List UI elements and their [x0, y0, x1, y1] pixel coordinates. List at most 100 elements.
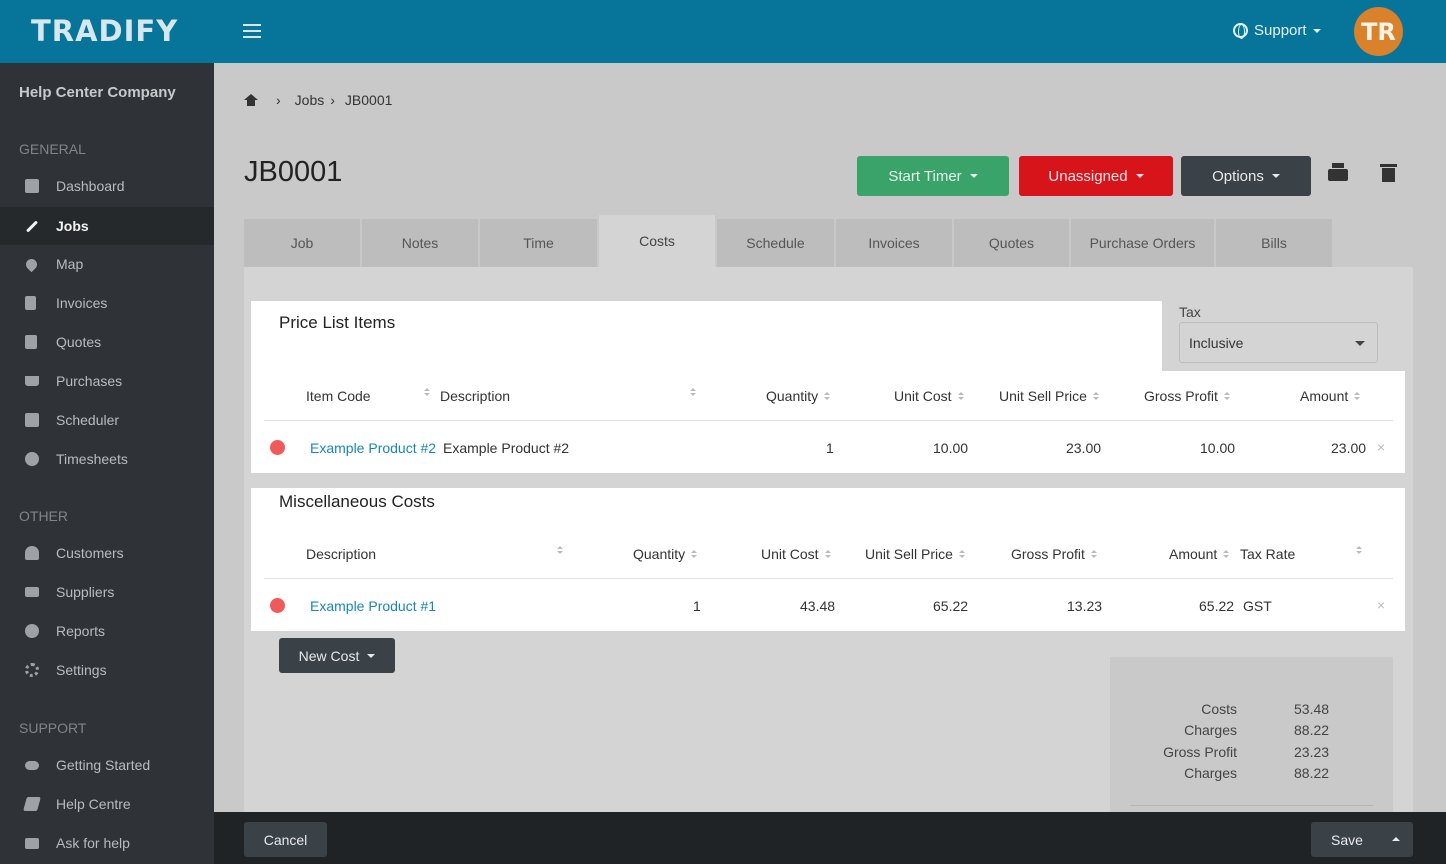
- misc-tax-rate: GST: [1243, 598, 1272, 614]
- sidebar-item-purchases[interactable]: Purchases: [0, 362, 214, 400]
- home-icon[interactable]: [244, 94, 258, 106]
- summary-costs-label: Costs: [1201, 701, 1237, 717]
- col-description[interactable]: Description: [440, 388, 510, 404]
- page-title: JB0001: [244, 156, 343, 188]
- col-amount[interactable]: Amount: [1300, 388, 1361, 404]
- tab-notes[interactable]: Notes: [362, 219, 478, 267]
- wrench-icon: [25, 219, 39, 233]
- tax-label: Tax: [1179, 304, 1201, 320]
- sort-icon[interactable]: [690, 388, 696, 396]
- top-bar: TRADIFY Support TR: [0, 0, 1446, 63]
- col-misc-unit-cost[interactable]: Unit Cost: [761, 546, 831, 562]
- user-avatar[interactable]: TR: [1354, 7, 1403, 56]
- tab-purchase-orders[interactable]: Purchase Orders: [1071, 219, 1214, 267]
- tab-quotes[interactable]: Quotes: [954, 219, 1069, 267]
- pie-chart-icon: [25, 624, 39, 638]
- tax-select[interactable]: Inclusive: [1179, 322, 1378, 363]
- col-misc-description[interactable]: Description: [306, 546, 376, 562]
- start-timer-button[interactable]: Start Timer: [857, 156, 1009, 196]
- save-button[interactable]: Save: [1311, 822, 1413, 857]
- sidebar-item-help-centre[interactable]: Help Centre: [0, 785, 214, 823]
- tab-schedule[interactable]: Schedule: [717, 219, 834, 267]
- col-gross-profit[interactable]: Gross Profit: [1144, 388, 1230, 404]
- tab-time[interactable]: Time: [480, 219, 597, 267]
- cancel-button[interactable]: Cancel: [244, 822, 327, 857]
- print-icon[interactable]: [1328, 163, 1348, 181]
- item-amount: 23.00: [1331, 440, 1367, 456]
- tradify-logo[interactable]: TRADIFY: [31, 14, 178, 48]
- col-unit-cost[interactable]: Unit Cost: [894, 388, 964, 404]
- hand-point-icon: [25, 760, 39, 770]
- options-button[interactable]: Options: [1181, 156, 1311, 196]
- tab-bills[interactable]: Bills: [1216, 219, 1332, 267]
- col-misc-unit-sell-price[interactable]: Unit Sell Price: [865, 546, 965, 562]
- assignee-button[interactable]: Unassigned: [1019, 156, 1173, 196]
- price-list-title: Price List Items: [279, 313, 396, 332]
- misc-quantity: 1: [693, 598, 701, 614]
- status-dot-icon: [270, 440, 285, 455]
- support-menu[interactable]: Support: [1233, 22, 1321, 39]
- sidebar-item-suppliers[interactable]: Suppliers: [0, 573, 214, 611]
- summary-divider: [1130, 805, 1373, 806]
- status-dot-icon: [270, 598, 285, 613]
- summary-costs-value: 53.48: [1294, 701, 1330, 717]
- invoice-icon: [25, 296, 36, 310]
- item-code-link[interactable]: Example Product #2: [310, 440, 436, 456]
- hamburger-menu-icon[interactable]: [243, 24, 261, 38]
- remove-cost-icon[interactable]: ×: [1377, 597, 1385, 613]
- caret-down-icon: [969, 174, 978, 178]
- tab-costs[interactable]: Costs: [599, 215, 715, 267]
- col-quantity[interactable]: Quantity: [766, 388, 831, 404]
- dashboard-icon: [25, 179, 39, 193]
- misc-unit-sell-price: 65.22: [933, 598, 969, 614]
- sidebar-item-getting-started[interactable]: Getting Started: [0, 746, 214, 784]
- new-cost-button[interactable]: New Cost: [279, 638, 395, 673]
- sort-icon[interactable]: [424, 388, 430, 396]
- clock-icon: [25, 452, 39, 466]
- sort-icon: [957, 392, 964, 400]
- caret-down-icon: [1271, 174, 1280, 178]
- breadcrumb-separator-icon: ›: [276, 92, 281, 108]
- sidebar-item-ask-for-help[interactable]: Ask for help: [0, 824, 214, 862]
- sidebar-item-jobs[interactable]: Jobs: [0, 207, 214, 245]
- col-misc-tax-rate[interactable]: Tax Rate: [1240, 546, 1295, 562]
- tab-job[interactable]: Job: [244, 219, 360, 267]
- breadcrumb: › Jobs › JB0001: [244, 92, 392, 108]
- sidebar-item-invoices[interactable]: Invoices: [0, 284, 214, 322]
- col-item-code[interactable]: Item Code: [306, 388, 371, 404]
- sidebar-item-quotes[interactable]: Quotes: [0, 323, 214, 361]
- col-misc-amount[interactable]: Amount: [1169, 546, 1230, 562]
- misc-description-link[interactable]: Example Product #1: [310, 598, 436, 614]
- sort-icon[interactable]: [1356, 546, 1362, 554]
- sidebar-item-dashboard[interactable]: Dashboard: [0, 167, 214, 205]
- sidebar-item-reports[interactable]: Reports: [0, 612, 214, 650]
- section-general: GENERAL: [19, 141, 86, 157]
- trash-icon[interactable]: [1380, 162, 1397, 182]
- tab-invoices[interactable]: Invoices: [836, 219, 952, 267]
- remove-item-icon[interactable]: ×: [1377, 439, 1385, 455]
- sort-icon: [958, 550, 965, 558]
- sidebar-item-settings[interactable]: Settings: [0, 651, 214, 689]
- item-description: Example Product #2: [443, 440, 570, 456]
- price-list-panel: [251, 371, 1405, 473]
- sidebar-item-timesheets[interactable]: Timesheets: [0, 440, 214, 478]
- caret-up-icon[interactable]: [1392, 837, 1400, 841]
- sidebar-item-customers[interactable]: Customers: [0, 534, 214, 572]
- col-misc-gross-profit[interactable]: Gross Profit: [1011, 546, 1097, 562]
- support-label: Support: [1254, 22, 1307, 39]
- sidebar-item-map[interactable]: Map: [0, 245, 214, 283]
- caret-down-icon: [367, 653, 376, 658]
- sort-icon[interactable]: [557, 546, 563, 554]
- misc-costs-title: Miscellaneous Costs: [279, 492, 435, 511]
- summary-charges-value: 88.22: [1294, 722, 1330, 738]
- breadcrumb-jobs[interactable]: Jobs: [295, 92, 325, 108]
- footer-bar: [214, 812, 1446, 864]
- col-unit-sell-price[interactable]: Unit Sell Price: [999, 388, 1099, 404]
- col-misc-quantity[interactable]: Quantity: [633, 546, 698, 562]
- section-other: OTHER: [19, 508, 68, 524]
- item-quantity: 1: [826, 440, 834, 456]
- sidebar-item-scheduler[interactable]: Scheduler: [0, 401, 214, 439]
- summary-charges-label: Charges: [1184, 765, 1237, 781]
- breadcrumb-separator-icon: ›: [330, 92, 335, 108]
- header-divider: [264, 420, 1393, 421]
